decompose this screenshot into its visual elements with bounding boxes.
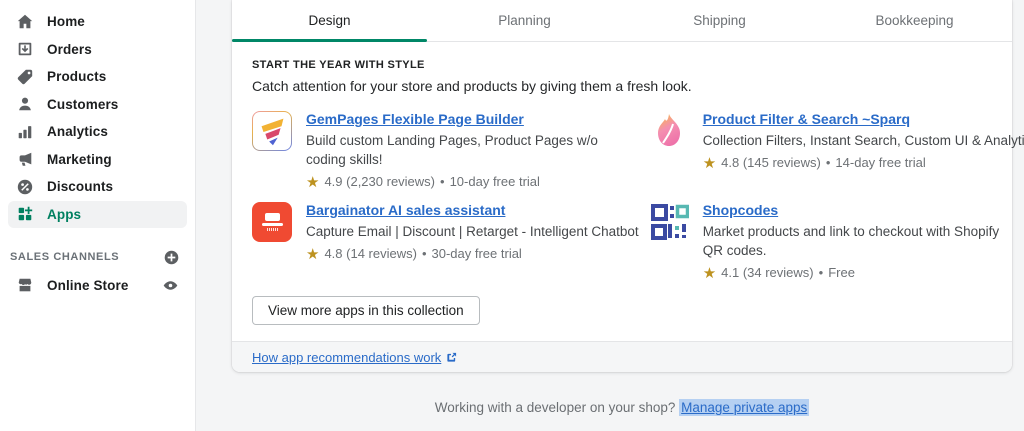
sidebar-item-analytics[interactable]: Analytics [8,118,187,146]
app-description: Build custom Landing Pages, Product Page… [306,131,618,169]
app-info: Bargainator AI sales assistant Capture E… [306,202,639,282]
star-icon: ★ [703,156,716,171]
sales-channels-header: SALES CHANNELS [0,245,195,269]
tab-label: Design [308,13,350,28]
view-more-apps-button[interactable]: View more apps in this collection [252,296,480,325]
app-description: Capture Email | Discount | Retarget - In… [306,222,639,241]
sales-channels-heading: SALES CHANNELS [10,251,119,263]
apps-grid: GemPages Flexible Page Builder Build cus… [252,111,992,282]
collection-tabs: Design Planning Shipping Bookkeeping [232,0,1012,42]
app-rating: ★ 4.8 (14 reviews) • 30-day free trial [306,245,639,263]
card-footer: How app recommendations work [232,341,1012,372]
tab-planning[interactable]: Planning [427,0,622,41]
apps-grid-icon [16,205,34,223]
rating-text: 4.9 (2,230 reviews) [324,173,435,191]
sidebar-item-label: Discounts [47,179,113,194]
sidebar-item-label: Analytics [47,124,108,139]
sidebar-item-label: Orders [47,42,92,57]
app-info: GemPages Flexible Page Builder Build cus… [306,111,618,191]
app-card-sparq: Product Filter & Search ~Sparq Collectio… [649,111,1024,191]
tab-label: Bookkeeping [875,13,953,28]
app-description: Market products and link to checkout wit… [703,222,1015,260]
sidebar-item-label: Customers [47,97,118,112]
gempages-app-icon [252,111,292,151]
star-icon: ★ [306,247,319,262]
sidebar-item-label: Products [47,69,106,84]
app-rating: ★ 4.8 (145 reviews) • 14-day free trial [703,154,1024,172]
app-card-shopcodes: Shopcodes Market products and link to ch… [649,202,1024,282]
app-card-bargainator: Bargainator AI sales assistant Capture E… [252,202,639,282]
sidebar-item-label: Home [47,14,85,29]
sidebar-item-home[interactable]: Home [8,8,187,36]
tab-shipping[interactable]: Shipping [622,0,817,41]
shopcodes-app-icon [649,202,689,242]
tab-design[interactable]: Design [232,0,427,41]
sidebar-item-online-store[interactable]: Online Store [8,271,187,299]
sidebar-item-apps[interactable]: Apps [8,201,187,229]
page-footer: Working with a developer on your shop? M… [232,400,1012,415]
trial-text: 30-day free trial [432,245,522,263]
manage-private-apps-link[interactable]: Manage private apps [679,399,809,416]
app-rating: ★ 4.1 (34 reviews) • Free [703,264,1015,282]
megaphone-icon [16,150,34,168]
collection-heading: START THE YEAR WITH STYLE [252,59,992,71]
collection-subheading: Catch attention for your store and produ… [252,78,992,94]
home-icon [16,13,34,31]
separator-dot: • [819,264,824,282]
tab-label: Shipping [693,13,746,28]
sidebar-item-orders[interactable]: Orders [8,36,187,64]
separator-dot: • [422,245,427,263]
external-link-icon [446,352,457,363]
person-icon [16,95,34,113]
bargainator-app-icon [252,202,292,242]
developer-question-text: Working with a developer on your shop? [435,400,679,415]
storefront-icon [16,276,34,294]
app-title-link[interactable]: GemPages Flexible Page Builder [306,111,524,128]
app-title-link[interactable]: Shopcodes [703,202,778,219]
sidebar-item-products[interactable]: Products [8,63,187,91]
separator-dot: • [826,154,831,172]
app-rating: ★ 4.9 (2,230 reviews) • 10-day free tria… [306,173,618,191]
tab-label: Planning [498,13,551,28]
add-channel-icon[interactable] [163,249,180,266]
bar-chart-icon [16,123,34,141]
app-info: Shopcodes Market products and link to ch… [703,202,1015,282]
sidebar: Home Orders Products Customers Analytics… [0,0,196,431]
trial-text: Free [828,264,855,282]
collection-content: START THE YEAR WITH STYLE Catch attentio… [232,42,1012,325]
sidebar-item-customers[interactable]: Customers [8,91,187,119]
sidebar-item-label: Apps [47,207,81,222]
star-icon: ★ [306,175,319,190]
sparq-app-icon [649,111,689,151]
eye-icon[interactable] [162,277,179,294]
how-recommendations-work-link[interactable]: How app recommendations work [252,350,441,365]
app-info: Product Filter & Search ~Sparq Collectio… [703,111,1024,191]
trial-text: 10-day free trial [450,173,540,191]
app-title-link[interactable]: Bargainator AI sales assistant [306,202,505,219]
tab-bookkeeping[interactable]: Bookkeeping [817,0,1012,41]
star-icon: ★ [703,266,716,281]
sidebar-item-label: Online Store [47,278,128,293]
trial-text: 14-day free trial [835,154,925,172]
separator-dot: • [440,173,445,191]
sidebar-item-marketing[interactable]: Marketing [8,146,187,174]
app-title-link[interactable]: Product Filter & Search ~Sparq [703,111,910,128]
rating-text: 4.1 (34 reviews) [721,264,813,282]
sidebar-item-label: Marketing [47,152,112,167]
rating-text: 4.8 (14 reviews) [324,245,416,263]
discount-badge-icon [16,178,34,196]
app-card-gempages: GemPages Flexible Page Builder Build cus… [252,111,639,191]
app-description: Collection Filters, Instant Search, Cust… [703,131,1024,150]
orders-icon [16,40,34,58]
app-recommendations-card: Design Planning Shipping Bookkeeping STA… [232,0,1012,372]
rating-text: 4.8 (145 reviews) [721,154,821,172]
tag-icon [16,68,34,86]
sidebar-item-discounts[interactable]: Discounts [8,173,187,201]
